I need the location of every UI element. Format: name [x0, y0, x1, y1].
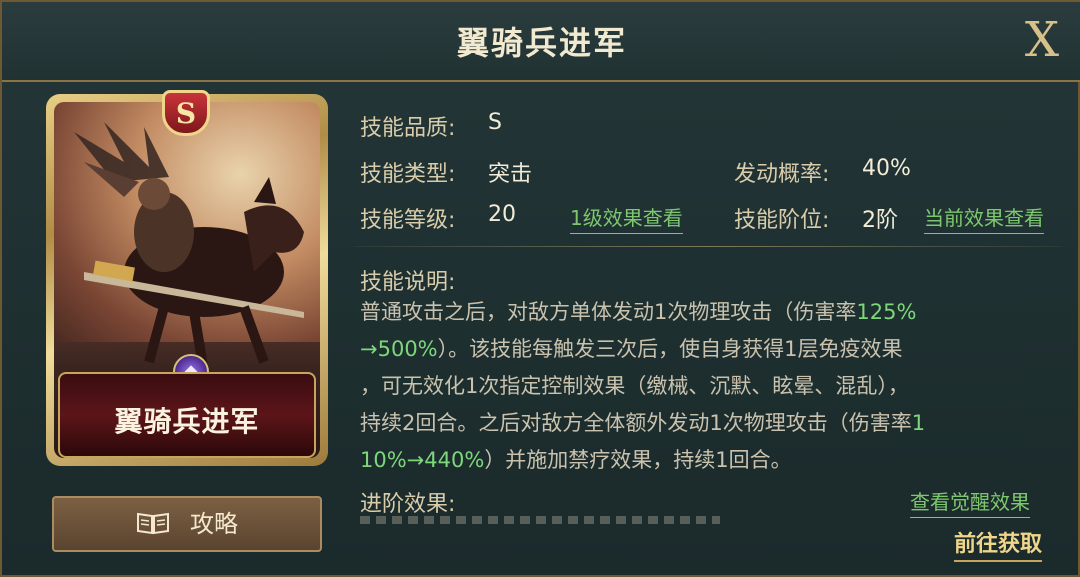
desc-highlight: 10%→440%: [360, 448, 485, 472]
desc-line: 持续2回合。之后对敌方全体额外发动1次物理攻击（伤害率: [360, 411, 912, 435]
quality-value: S: [488, 110, 502, 135]
type-value: 突击: [488, 162, 533, 187]
quality-label: 技能品质:: [360, 116, 456, 141]
desc-highlight: 125%: [856, 300, 917, 324]
awaken-effect-link[interactable]: 查看觉醒效果: [910, 486, 1030, 518]
level-label: 技能等级:: [360, 208, 456, 233]
divider: [354, 246, 1062, 247]
chance-value: 40%: [862, 156, 911, 181]
desc-line: ）并施加禁疗效果，持续1回合。: [484, 448, 792, 472]
panel-title: 翼骑兵进军: [456, 24, 627, 62]
header-bar: 翼骑兵进军 X: [2, 2, 1080, 82]
desc-highlight: 1: [911, 411, 926, 435]
rank-label: 技能阶位:: [734, 208, 830, 233]
guide-button[interactable]: 攻略: [52, 496, 322, 552]
desc-line: ）。该技能每触发三次后，使自身获得1层免疫效果: [437, 337, 903, 361]
faded-text: [360, 516, 720, 524]
desc-line: 普通攻击之后，对敌方单体发动1次物理攻击（伤害率: [360, 300, 857, 324]
guide-button-label: 攻略: [190, 510, 238, 538]
cavalry-illustration: [74, 122, 304, 373]
skill-card: ◆ 翼骑兵进军 S: [46, 90, 328, 466]
card-name-plate: 翼骑兵进军: [58, 372, 316, 458]
card-name: 翼骑兵进军: [114, 405, 260, 438]
skill-card-art: ◆ 翼骑兵进军: [54, 102, 320, 458]
rank-badge: S: [162, 90, 210, 136]
skill-description: 普通攻击之后，对敌方单体发动1次物理攻击（伤害率125% →500%）。该技能每…: [360, 294, 1050, 479]
book-icon: [137, 512, 169, 535]
chance-label: 发动概率:: [734, 162, 830, 187]
skill-detail-panel: 翼骑兵进军 X ◆: [0, 0, 1080, 577]
current-effect-link[interactable]: 当前效果查看: [924, 202, 1044, 234]
advance-label: 进阶效果:: [360, 492, 456, 517]
go-obtain-button[interactable]: 前往获取: [954, 526, 1043, 562]
desc-highlight: →500%: [360, 337, 438, 361]
rank-value: 2阶: [862, 208, 898, 233]
description-label: 技能说明:: [360, 270, 456, 295]
level-value: 20: [488, 202, 516, 227]
type-label: 技能类型:: [360, 162, 456, 187]
desc-line: ，可无效化1次指定控制效果（缴械、沉默、眩晕、混乱），: [360, 374, 909, 398]
level1-effect-link[interactable]: 1级效果查看: [570, 202, 683, 234]
close-button[interactable]: X: [1016, 14, 1068, 66]
